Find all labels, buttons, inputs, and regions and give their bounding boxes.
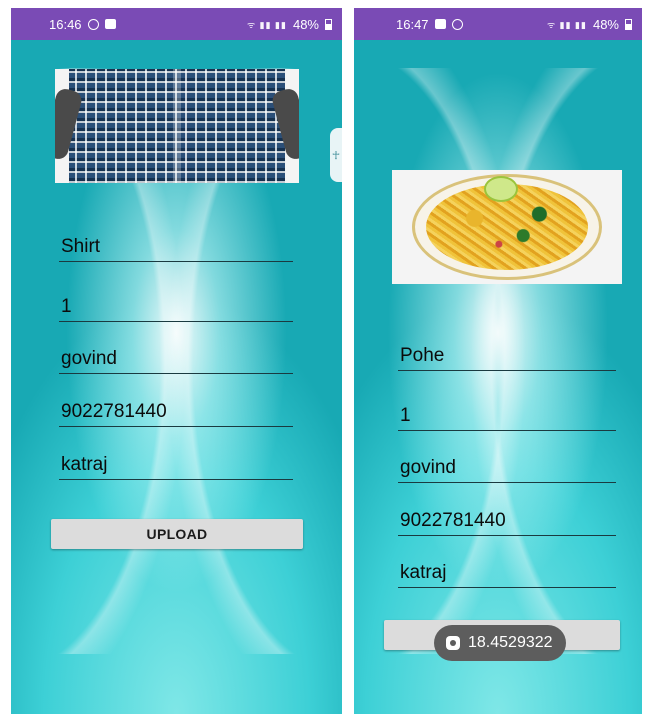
quantity-field[interactable]: 1 [398, 401, 616, 431]
quantity-field[interactable]: 1 [59, 292, 293, 322]
battery-icon [325, 18, 332, 30]
message-icon [104, 19, 116, 29]
address-field[interactable]: katraj [398, 558, 616, 588]
status-bar: 16:47 ᯤ ▮▮ ▮▮ 48% [354, 8, 642, 40]
signal-icon: ᯤ ▮▮ ▮▮ [246, 19, 287, 30]
customer-name-field[interactable]: govind [59, 344, 293, 374]
phone-field[interactable]: 9022781440 [59, 397, 293, 427]
status-bar: 16:46 ᯤ ▮▮ ▮▮ 48% [11, 8, 342, 40]
phone-screen-right: 16:47 ᯤ ▮▮ ▮▮ 48% Pohe 1 govind 90227814… [354, 8, 642, 714]
product-image-pohe[interactable] [392, 170, 622, 284]
item-name-field[interactable]: Shirt [59, 232, 293, 262]
upload-button[interactable]: UPLOAD [51, 519, 303, 549]
address-field[interactable]: katraj [59, 450, 293, 480]
status-time: 16:47 [396, 16, 429, 32]
phone-field[interactable]: 9022781440 [398, 506, 616, 536]
battery-icon [625, 18, 632, 30]
toast-text: 18.4529322 [468, 634, 553, 651]
item-name-field[interactable]: Pohe [398, 341, 616, 371]
customer-name-field[interactable]: govind [398, 453, 616, 483]
status-time: 16:46 [49, 16, 82, 32]
product-image-shirt[interactable] [55, 69, 299, 183]
whatsapp-icon [451, 18, 463, 30]
battery-percent: 48% [292, 16, 319, 32]
battery-percent: 48% [592, 16, 619, 32]
accessibility-icon[interactable]: ☥ [330, 128, 342, 182]
message-icon [434, 19, 446, 29]
toast-message: 18.4529322 [434, 625, 566, 661]
whatsapp-icon [87, 18, 99, 30]
app-icon [446, 636, 460, 650]
phone-screen-left: 16:46 ᯤ ▮▮ ▮▮ 48% ☥ Shirt 1 govind 90227… [11, 8, 342, 714]
signal-icon: ᯤ ▮▮ ▮▮ [546, 19, 587, 30]
